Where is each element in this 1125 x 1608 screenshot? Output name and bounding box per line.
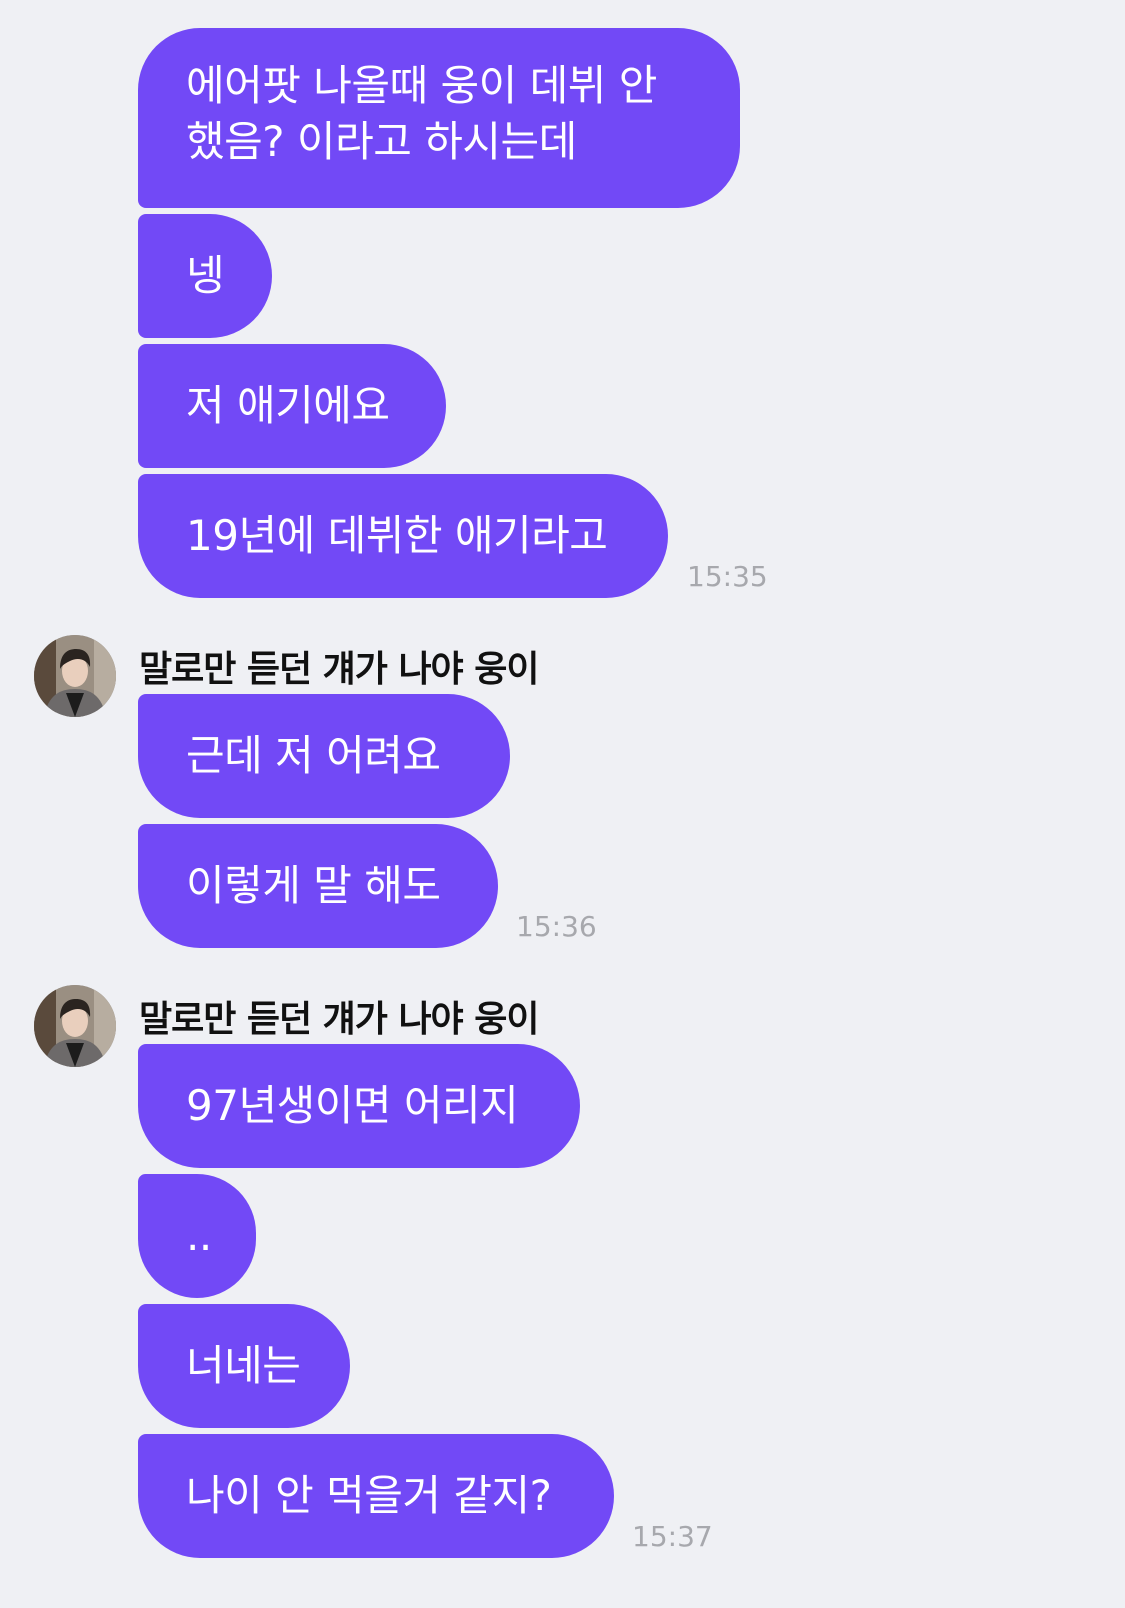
message-timestamp: 15:35 xyxy=(687,560,768,593)
profile-photo-icon xyxy=(34,985,116,1067)
message-bubble[interactable]: 근데 저 어려요 xyxy=(138,694,510,818)
message-bubble[interactable]: 97년생이면 어리지 xyxy=(138,1044,580,1168)
message-bubble[interactable]: 넹 xyxy=(138,214,272,338)
sender-name: 말로만 듣던 걔가 나야 웅이 xyxy=(139,649,539,690)
message-bubble[interactable]: 19년에 데뷔한 애기라고 xyxy=(138,474,668,598)
message-timestamp: 15:36 xyxy=(516,910,597,943)
message-bubble[interactable]: 너네는 xyxy=(138,1304,350,1428)
sender-avatar[interactable] xyxy=(34,635,116,717)
message-timestamp: 15:37 xyxy=(632,1520,713,1553)
profile-photo-icon xyxy=(34,635,116,717)
message-bubble[interactable]: 저 애기에요 xyxy=(138,344,446,468)
chat-message-list[interactable]: 에어팟 나올때 웅이 데뷔 안 했음? 이라고 하시는데 넹 저 애기에요 19… xyxy=(0,0,1125,1608)
message-bubble[interactable]: 나이 안 먹을거 같지? xyxy=(138,1434,614,1558)
message-bubble[interactable]: .. xyxy=(138,1174,256,1298)
message-bubble[interactable]: 에어팟 나올때 웅이 데뷔 안 했음? 이라고 하시는데 xyxy=(138,28,740,208)
sender-name: 말로만 듣던 걔가 나야 웅이 xyxy=(139,999,539,1040)
message-bubble[interactable]: 이렇게 말 해도 xyxy=(138,824,498,948)
sender-avatar[interactable] xyxy=(34,985,116,1067)
